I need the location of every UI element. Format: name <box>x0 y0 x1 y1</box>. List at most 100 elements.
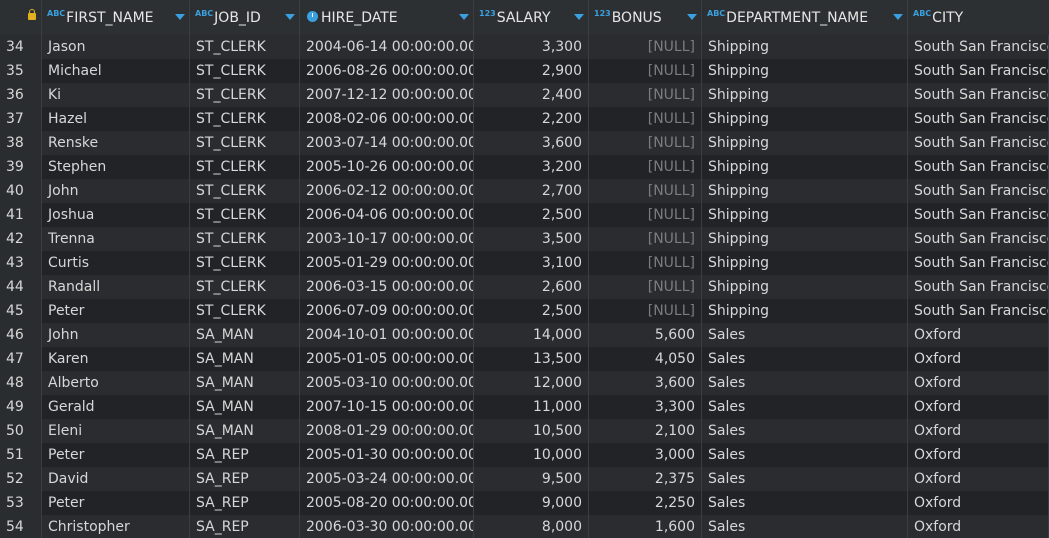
cell-bonus[interactable]: [NULL] <box>589 107 702 131</box>
cell-salary[interactable]: 3,300 <box>474 35 589 59</box>
cell-salary[interactable]: 11,000 <box>474 395 589 419</box>
cell-hire-date[interactable]: 2008-02-06 00:00:00.000 <box>300 107 474 131</box>
cell-department-name[interactable]: Sales <box>702 347 908 371</box>
cell-job-id[interactable]: SA_REP <box>190 515 300 538</box>
cell-bonus[interactable]: 3,600 <box>589 371 702 395</box>
cell-city[interactable]: South San Francisco <box>908 83 1049 107</box>
cell-department-name[interactable]: Sales <box>702 419 908 443</box>
cell-job-id[interactable]: ST_CLERK <box>190 131 300 155</box>
row-number[interactable]: 39 <box>0 155 42 179</box>
cell-salary[interactable]: 2,700 <box>474 179 589 203</box>
cell-first-name[interactable]: John <box>42 323 190 347</box>
table-row[interactable]: 43 Curtis ST_CLERK 2005-01-29 00:00:00.000 3… <box>0 251 1049 275</box>
cell-first-name[interactable]: Gerald <box>42 395 190 419</box>
table-row[interactable]: 38 Renske ST_CLERK 2003-07-14 00:00:00.000 3… <box>0 131 1049 155</box>
cell-department-name[interactable]: Shipping <box>702 83 908 107</box>
cell-bonus[interactable]: 5,600 <box>589 323 702 347</box>
cell-city[interactable]: South San Francisco <box>908 299 1049 323</box>
row-number[interactable]: 38 <box>0 131 42 155</box>
table-row[interactable]: 47 Karen SA_MAN 2005-01-05 00:00:00.000 13,5… <box>0 347 1049 371</box>
cell-job-id[interactable]: SA_REP <box>190 491 300 515</box>
cell-salary[interactable]: 3,200 <box>474 155 589 179</box>
cell-department-name[interactable]: Shipping <box>702 299 908 323</box>
sort-arrow-icon[interactable] <box>285 14 295 20</box>
cell-city[interactable]: Oxford <box>908 371 1049 395</box>
cell-city[interactable]: South San Francisco <box>908 107 1049 131</box>
row-number[interactable]: 53 <box>0 491 42 515</box>
cell-hire-date[interactable]: 2003-10-17 00:00:00.000 <box>300 227 474 251</box>
cell-salary[interactable]: 2,400 <box>474 83 589 107</box>
cell-job-id[interactable]: ST_CLERK <box>190 251 300 275</box>
row-number[interactable]: 47 <box>0 347 42 371</box>
cell-department-name[interactable]: Shipping <box>702 59 908 83</box>
cell-city[interactable]: South San Francisco <box>908 155 1049 179</box>
cell-salary[interactable]: 8,000 <box>474 515 589 538</box>
cell-hire-date[interactable]: 2005-01-05 00:00:00.000 <box>300 347 474 371</box>
cell-salary[interactable]: 2,500 <box>474 203 589 227</box>
cell-bonus[interactable]: [NULL] <box>589 35 702 59</box>
cell-salary[interactable]: 14,000 <box>474 323 589 347</box>
table-row[interactable]: 34 Jason ST_CLERK 2004-06-14 00:00:00.000 3,… <box>0 35 1049 59</box>
cell-job-id[interactable]: ST_CLERK <box>190 299 300 323</box>
table-row[interactable]: 50 Eleni SA_MAN 2008-01-29 00:00:00.000 10,5… <box>0 419 1049 443</box>
cell-department-name[interactable]: Shipping <box>702 251 908 275</box>
cell-department-name[interactable]: Shipping <box>702 155 908 179</box>
cell-department-name[interactable]: Sales <box>702 443 908 467</box>
cell-hire-date[interactable]: 2005-08-20 00:00:00.000 <box>300 491 474 515</box>
cell-first-name[interactable]: Hazel <box>42 107 190 131</box>
cell-department-name[interactable]: Shipping <box>702 131 908 155</box>
cell-department-name[interactable]: Sales <box>702 467 908 491</box>
cell-job-id[interactable]: SA_REP <box>190 443 300 467</box>
row-number[interactable]: 54 <box>0 515 42 538</box>
cell-hire-date[interactable]: 2007-10-15 00:00:00.000 <box>300 395 474 419</box>
cell-first-name[interactable]: Peter <box>42 443 190 467</box>
cell-bonus[interactable]: 2,100 <box>589 419 702 443</box>
row-number[interactable]: 45 <box>0 299 42 323</box>
cell-bonus[interactable]: [NULL] <box>589 155 702 179</box>
column-header-hire-date[interactable]: HIRE_DATE <box>300 0 474 36</box>
cell-job-id[interactable]: ST_CLERK <box>190 59 300 83</box>
cell-department-name[interactable]: Shipping <box>702 107 908 131</box>
table-row[interactable]: 39 Stephen ST_CLERK 2005-10-26 00:00:00.000… <box>0 155 1049 179</box>
row-number[interactable]: 46 <box>0 323 42 347</box>
cell-salary[interactable]: 12,000 <box>474 371 589 395</box>
cell-city[interactable]: South San Francisco <box>908 227 1049 251</box>
cell-job-id[interactable]: ST_CLERK <box>190 107 300 131</box>
sort-arrow-icon[interactable] <box>175 14 185 20</box>
table-row[interactable]: 41 Joshua ST_CLERK 2006-04-06 00:00:00.000 2… <box>0 203 1049 227</box>
row-number[interactable]: 49 <box>0 395 42 419</box>
row-number[interactable]: 50 <box>0 419 42 443</box>
cell-job-id[interactable]: SA_MAN <box>190 323 300 347</box>
row-number[interactable]: 35 <box>0 59 42 83</box>
cell-hire-date[interactable]: 2005-01-29 00:00:00.000 <box>300 251 474 275</box>
cell-city[interactable]: South San Francisco <box>908 131 1049 155</box>
cell-salary[interactable]: 10,500 <box>474 419 589 443</box>
cell-salary[interactable]: 13,500 <box>474 347 589 371</box>
column-header-first-name[interactable]: ABCFIRST_NAME <box>42 0 190 36</box>
row-number[interactable]: 36 <box>0 83 42 107</box>
cell-salary[interactable]: 2,900 <box>474 59 589 83</box>
cell-hire-date[interactable]: 2006-07-09 00:00:00.000 <box>300 299 474 323</box>
cell-first-name[interactable]: Karen <box>42 347 190 371</box>
table-row[interactable]: 53 Peter SA_REP 2005-08-20 00:00:00.000 9,00… <box>0 491 1049 515</box>
cell-salary[interactable]: 3,600 <box>474 131 589 155</box>
cell-first-name[interactable]: Curtis <box>42 251 190 275</box>
cell-city[interactable]: Oxford <box>908 467 1049 491</box>
cell-first-name[interactable]: Stephen <box>42 155 190 179</box>
row-number[interactable]: 48 <box>0 371 42 395</box>
cell-job-id[interactable]: ST_CLERK <box>190 203 300 227</box>
cell-hire-date[interactable]: 2004-10-01 00:00:00.000 <box>300 323 474 347</box>
row-number[interactable]: 42 <box>0 227 42 251</box>
cell-city[interactable]: Oxford <box>908 419 1049 443</box>
row-number-header[interactable] <box>0 0 42 36</box>
cell-city[interactable]: South San Francisco <box>908 179 1049 203</box>
table-row[interactable]: 36 Ki ST_CLERK 2007-12-12 00:00:00.000 2,400… <box>0 83 1049 107</box>
cell-bonus[interactable]: 3,000 <box>589 443 702 467</box>
cell-bonus[interactable]: 1,600 <box>589 515 702 538</box>
cell-hire-date[interactable]: 2005-03-24 00:00:00.000 <box>300 467 474 491</box>
cell-job-id[interactable]: SA_REP <box>190 467 300 491</box>
cell-bonus[interactable]: [NULL] <box>589 83 702 107</box>
cell-department-name[interactable]: Shipping <box>702 275 908 299</box>
table-row[interactable]: 54 Christopher SA_REP 2006-03-30 00:00:00.0… <box>0 515 1049 538</box>
cell-hire-date[interactable]: 2006-03-30 00:00:00.000 <box>300 515 474 538</box>
